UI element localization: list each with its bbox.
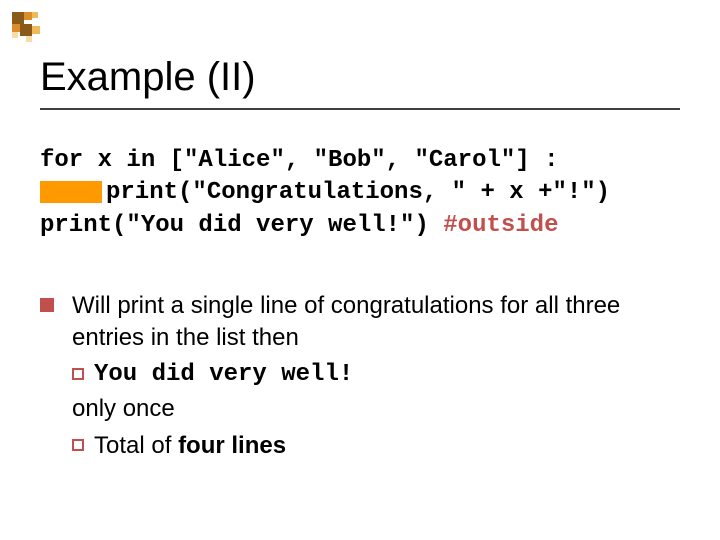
- code-block: for x in ["Alice", "Bob", "Carol"] : pri…: [40, 145, 610, 242]
- indent-highlight-box: [40, 181, 102, 203]
- code-line-3-main: print("You did very well!"): [40, 212, 443, 239]
- slide-title: Example (II): [40, 55, 256, 100]
- continuation-text: only once: [72, 393, 680, 425]
- bullet-section: Will print a single line of congratulati…: [40, 290, 680, 462]
- slide-logo: [12, 12, 52, 52]
- sub2-bold: four lines: [178, 432, 286, 459]
- code-line-1: for x in ["Alice", "Bob", "Carol"] :: [40, 145, 610, 177]
- sub2-prefix: Total: [94, 432, 151, 459]
- code-comment: #outside: [443, 212, 558, 239]
- title-underline: [40, 108, 680, 110]
- sub-bullet-item-1: You did very well!: [72, 359, 680, 391]
- code-line-3: print("You did very well!") #outside: [40, 210, 610, 242]
- bullet-item: Will print a single line of congratulati…: [40, 290, 680, 355]
- sub-bullet-item-2: Total of four lines: [72, 430, 680, 462]
- sub-bullet-1-text: You did very well!: [94, 359, 353, 391]
- code-line-2-text: print("Congratulations, " + x +"!"): [106, 179, 610, 206]
- sub-bullet-icon: [72, 439, 84, 451]
- sub2-rest: of: [151, 432, 178, 459]
- bullet-icon: [40, 298, 54, 312]
- bullet-main-text: Will print a single line of congratulati…: [72, 290, 680, 355]
- sub-bullet-2-text: Total of four lines: [94, 430, 286, 462]
- sub-bullet-icon: [72, 368, 84, 380]
- code-line-2: print("Congratulations, " + x +"!"): [40, 177, 610, 209]
